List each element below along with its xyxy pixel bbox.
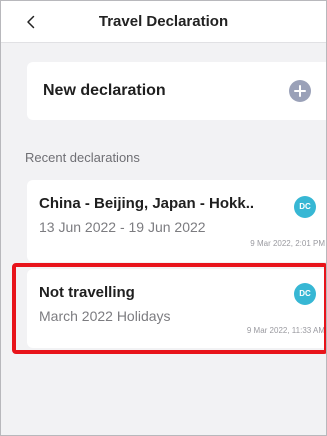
declaration-dates: 13 Jun 2022 - 19 Jun 2022 (39, 219, 206, 235)
app-screen: Travel Declaration New declaration Recen… (0, 0, 327, 436)
new-declaration-label: New declaration (43, 82, 166, 99)
plus-circle-icon[interactable] (289, 80, 311, 102)
section-heading: Recent declarations (25, 150, 140, 165)
declaration-subtitle: March 2022 Holidays (39, 308, 171, 324)
header-bar: Travel Declaration (1, 1, 326, 43)
page-title: Travel Declaration (98, 13, 229, 30)
declaration-title: Not travelling (39, 284, 135, 301)
declaration-title: China - Beijing, Japan - Hokk.. (39, 195, 255, 212)
new-declaration-button[interactable]: New declaration (27, 62, 326, 120)
declaration-card[interactable]: China - Beijing, Japan - Hokk.. 13 Jun 2… (27, 180, 326, 262)
declaration-timestamp: 9 Mar 2022, 2:01 PM (250, 239, 325, 248)
declaration-timestamp: 9 Mar 2022, 11:33 AM (246, 326, 325, 335)
avatar: DC (294, 196, 316, 218)
avatar: DC (294, 283, 316, 305)
declaration-card[interactable]: Not travelling March 2022 Holidays DC 9 … (27, 269, 326, 348)
